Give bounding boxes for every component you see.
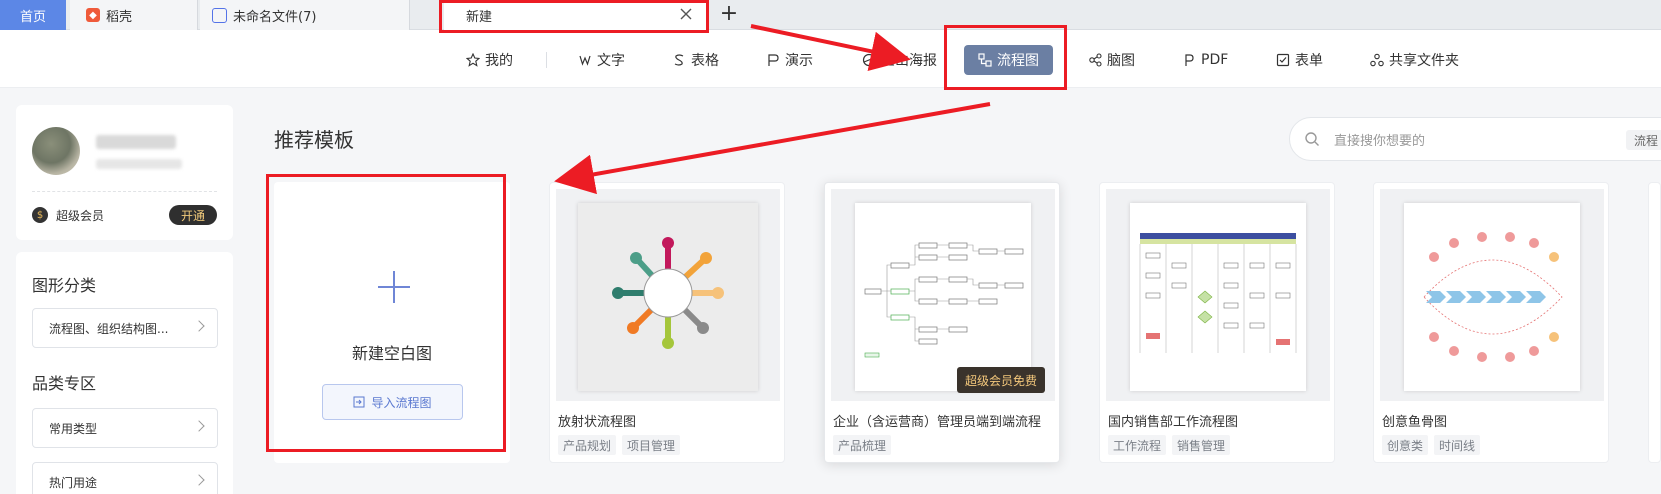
arrow-to-flowchart bbox=[750, 24, 911, 71]
annotation-arrows bbox=[554, 24, 991, 195]
arrow-to-blank bbox=[554, 102, 991, 195]
